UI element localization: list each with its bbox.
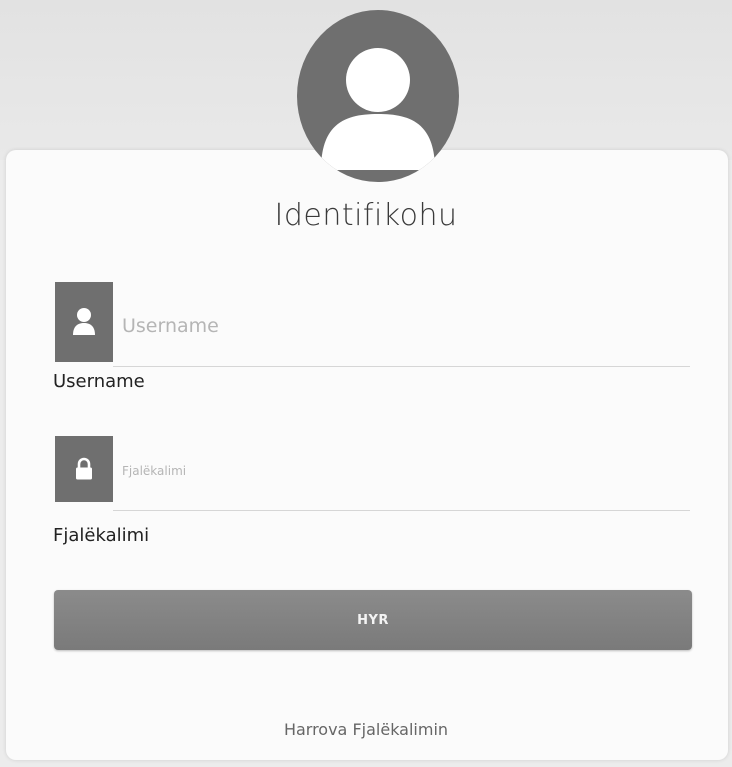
password-underline (113, 510, 690, 511)
password-label: Fjalëkalimi (53, 525, 150, 546)
login-title: Identifikohu (274, 198, 458, 233)
login-button[interactable]: HYR (54, 590, 692, 650)
username-input[interactable] (122, 310, 682, 342)
username-underline (113, 366, 690, 367)
username-label: Username (53, 371, 145, 392)
lock-icon (55, 436, 113, 502)
user-avatar-icon (297, 10, 459, 182)
login-card (6, 150, 728, 760)
password-input[interactable] (122, 458, 682, 484)
user-icon (55, 282, 113, 362)
forgot-password-link[interactable]: Harrova Fjalëkalimin (0, 720, 732, 739)
